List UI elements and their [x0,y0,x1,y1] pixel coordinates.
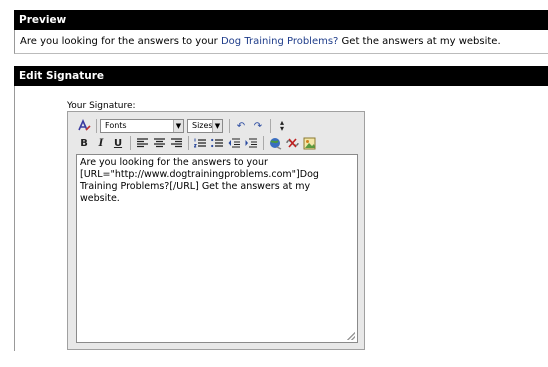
align-center-icon[interactable] [151,135,167,151]
chevron-down-icon: ▼ [173,120,183,132]
insert-image-icon[interactable] [301,135,317,151]
toolbar-row-1: Fonts ▼ Sizes ▼ ↶ ↷ ▴ ▾ [76,118,291,134]
italic-icon[interactable]: I [93,135,109,151]
chevron-down-icon: ▼ [212,120,222,132]
bold-icon[interactable]: B [76,135,92,151]
edit-signature-header: Edit Signature [14,66,548,86]
font-select-value: Fonts [105,121,127,130]
underline-icon[interactable]: U [110,135,126,151]
preview-panel: Are you looking for the answers to your … [14,30,548,54]
outdent-icon[interactable] [226,135,242,151]
resize-icon[interactable]: ▴ ▾ [274,118,290,134]
remove-link-icon[interactable] [284,135,300,151]
align-left-icon[interactable] [134,135,150,151]
size-select-value: Sizes [192,121,213,130]
resize-grip-icon[interactable] [347,332,355,340]
signature-label: Your Signature: [67,101,136,111]
toolbar-separator [229,119,230,133]
font-select[interactable]: Fonts ▼ [100,119,184,133]
edit-signature-title: Edit Signature [19,70,104,82]
toolbar-separator [263,136,264,150]
toolbar-separator [188,136,189,150]
format-icon[interactable] [76,118,92,134]
size-select[interactable]: Sizes ▼ [187,119,223,133]
toolbar-separator [96,119,97,133]
preview-text-after: Get the answers at my website. [338,36,501,47]
preview-title: Preview [19,14,67,26]
ordered-list-icon[interactable] [192,135,208,151]
toolbar-separator [130,136,131,150]
toolbar-row-2: B I U [76,135,318,151]
insert-link-icon[interactable] [267,135,283,151]
signature-editor: Fonts ▼ Sizes ▼ ↶ ↷ ▴ ▾ B I U Are you lo… [67,111,365,350]
toolbar-separator [270,119,271,133]
indent-icon[interactable] [243,135,259,151]
preview-header: Preview [14,10,548,30]
preview-link[interactable]: Dog Training Problems? [221,36,338,47]
undo-icon[interactable]: ↶ [233,118,249,134]
redo-icon[interactable]: ↷ [250,118,266,134]
align-right-icon[interactable] [168,135,184,151]
signature-textarea[interactable]: Are you looking for the answers to your … [76,154,358,343]
preview-text-before: Are you looking for the answers to your [20,36,221,47]
unordered-list-icon[interactable] [209,135,225,151]
